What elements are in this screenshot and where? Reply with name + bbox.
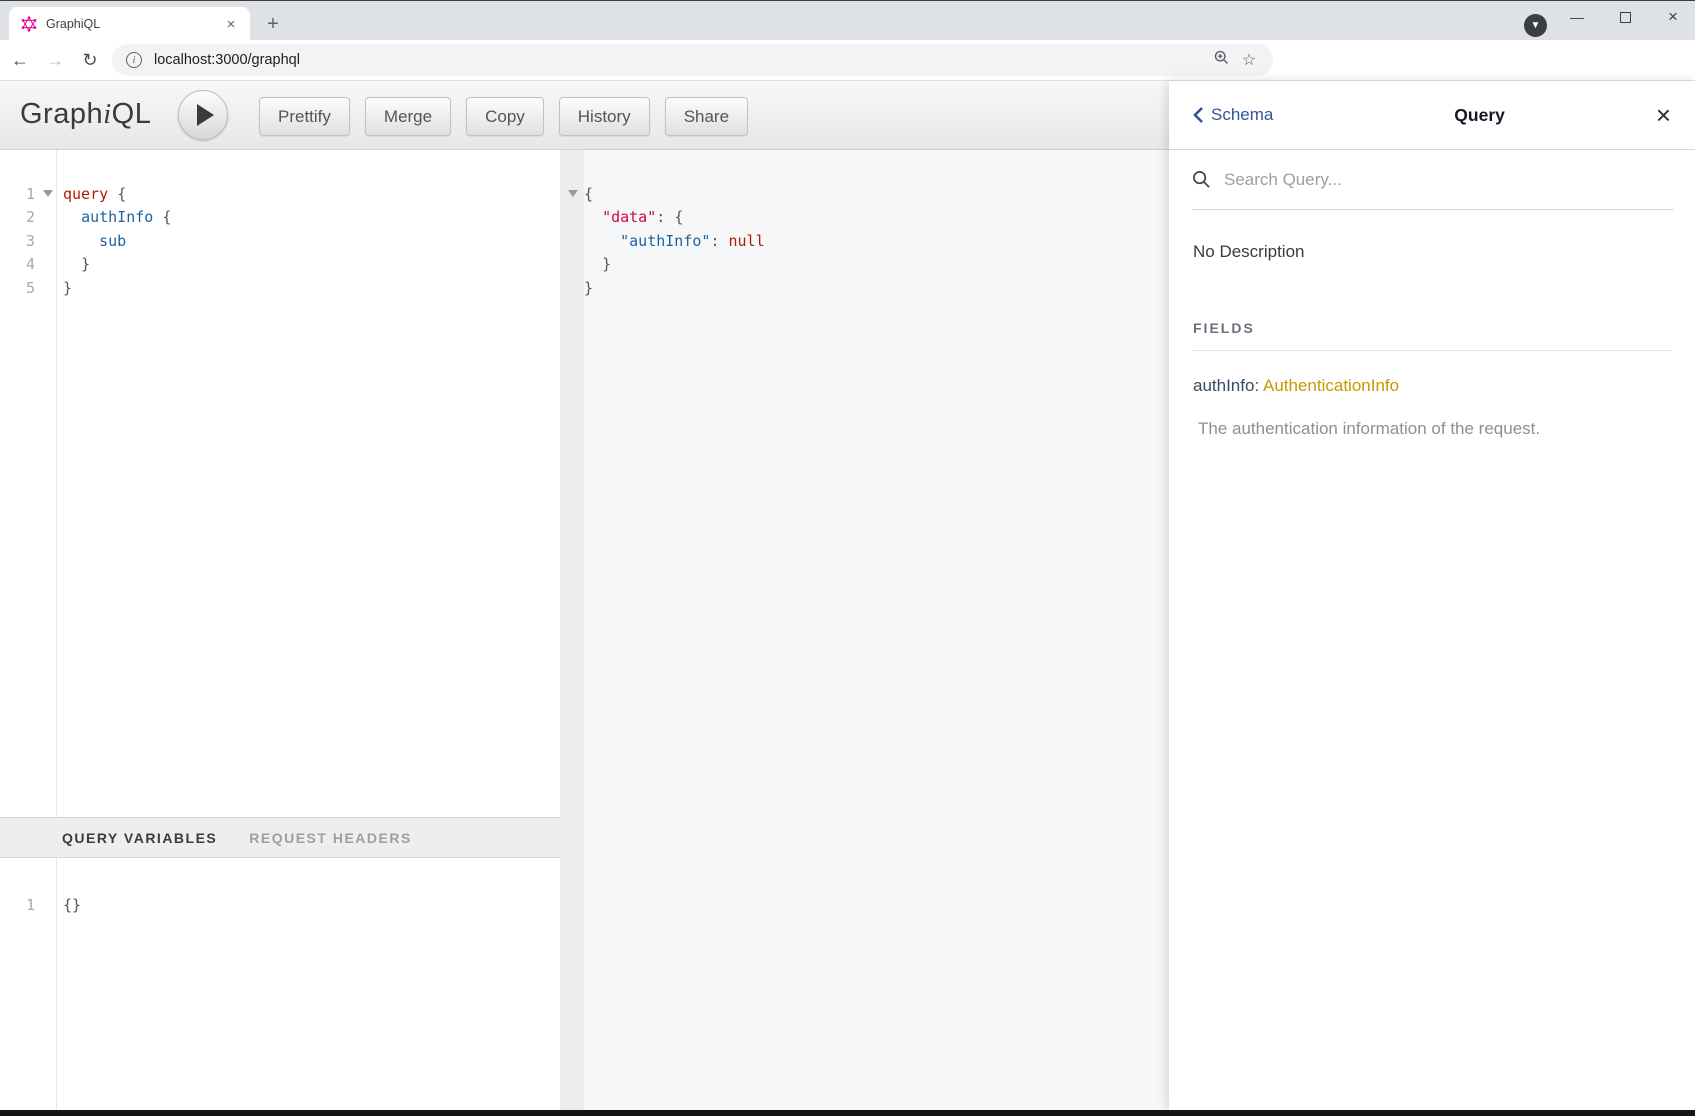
line-number: 1 (26, 894, 35, 917)
graphql-favicon-icon (21, 16, 37, 32)
line-numbers: 12345 (26, 183, 35, 300)
response-json: { "data": { "authInfo": null }} (584, 183, 765, 300)
chevron-left-icon (1193, 106, 1204, 124)
graphiql-app: GraphiQL Prettify Merge Copy History Sha… (0, 81, 1695, 1110)
response-pane: { "data": { "authInfo": null }} (560, 150, 1169, 1110)
graphiql-logo: GraphiQL (20, 98, 151, 131)
response-fold-gutter (560, 150, 584, 1110)
tab-query-variables[interactable]: QUERY VARIABLES (62, 830, 217, 846)
field-description: The authentication information of the re… (1193, 419, 1671, 439)
graphiql-toolbar: GraphiQL Prettify Merge Copy History Sha… (0, 81, 1169, 150)
code-line: "authInfo": null (584, 230, 765, 253)
variables-section: QUERY VARIABLES REQUEST HEADERS 1 {} (0, 817, 560, 1110)
query-code[interactable]: query { authInfo { sub }} (63, 183, 171, 300)
doc-search-box (1192, 150, 1674, 210)
doc-back-link[interactable]: Schema (1193, 105, 1273, 125)
prettify-button[interactable]: Prettify (259, 97, 350, 136)
code-line: { (584, 183, 765, 206)
code-line: } (584, 253, 765, 276)
code-line: sub (63, 230, 171, 253)
field-name-link[interactable]: authInfo (1193, 376, 1254, 395)
window-maximize-button[interactable] (1602, 1, 1648, 33)
doc-explorer-header: Schema Query × (1169, 81, 1695, 150)
code-line: authInfo { (63, 206, 171, 229)
code-line: } (63, 277, 171, 300)
variables-code[interactable]: {} (63, 894, 81, 917)
query-editor[interactable]: 12345 query { authInfo { sub }} (0, 150, 560, 817)
code-line: query { (63, 183, 171, 206)
variables-editor-gutter: 1 (0, 858, 57, 1110)
bookmark-star-icon[interactable]: ☆ (1235, 50, 1263, 70)
fields-heading: FIELDS (1193, 320, 1671, 336)
history-button[interactable]: History (559, 97, 650, 136)
variables-title-bar: QUERY VARIABLES REQUEST HEADERS (0, 817, 560, 858)
doc-body: No Description FIELDS authInfo: Authenti… (1169, 242, 1695, 439)
type-description: No Description (1193, 242, 1671, 262)
browser-tab-strip: GraphiQL × + ▼ — × (0, 0, 1695, 40)
reload-button[interactable]: ↻ (75, 45, 105, 75)
variables-editor[interactable]: 1 {} (0, 858, 560, 1110)
line-number: 1 (26, 183, 35, 206)
browser-address-bar: ← → ↻ i localhost:3000/graphql ☆ P Tp (0, 40, 1695, 81)
code-line: } (584, 277, 765, 300)
code-line: } (63, 253, 171, 276)
line-number: 4 (26, 253, 35, 276)
line-number: 2 (26, 206, 35, 229)
browser-tab[interactable]: GraphiQL × (9, 7, 250, 41)
merge-button[interactable]: Merge (365, 97, 451, 136)
fields-divider (1193, 350, 1671, 351)
query-editor-gutter: 12345 (0, 150, 57, 817)
window-minimize-button[interactable]: — (1554, 1, 1600, 33)
doc-explorer-panel: Schema Query × No Description FIELDS aut… (1169, 81, 1695, 1110)
code-line: "data": { (584, 206, 765, 229)
play-icon (197, 104, 214, 126)
line-number: 3 (26, 230, 35, 253)
toolbar-buttons: Prettify Merge Copy History Share (259, 97, 748, 136)
zoom-icon[interactable] (1207, 49, 1235, 71)
execute-query-button[interactable] (178, 90, 228, 140)
tab-close-icon[interactable]: × (222, 15, 240, 33)
search-icon (1192, 170, 1211, 189)
doc-field-item: authInfo: AuthenticationInfo (1193, 376, 1671, 396)
doc-search-input[interactable] (1224, 170, 1674, 190)
fold-arrow-icon[interactable] (43, 190, 53, 197)
tab-request-headers[interactable]: REQUEST HEADERS (249, 830, 412, 846)
doc-title: Query (1273, 105, 1655, 126)
site-info-icon[interactable]: i (126, 52, 142, 68)
window-close-button[interactable]: × (1650, 1, 1695, 33)
taskbar-edge (0, 1110, 1695, 1116)
copy-button[interactable]: Copy (466, 97, 544, 136)
doc-back-label: Schema (1211, 105, 1273, 125)
tab-search-chevron-icon[interactable]: ▼ (1524, 14, 1547, 37)
doc-close-icon[interactable]: × (1656, 102, 1671, 128)
field-colon: : (1254, 376, 1259, 395)
field-type-link[interactable]: AuthenticationInfo (1263, 376, 1399, 395)
url-omnibox[interactable]: i localhost:3000/graphql ☆ (112, 44, 1273, 76)
code-line: {} (63, 894, 81, 917)
forward-button[interactable]: → (40, 45, 70, 75)
new-tab-button[interactable]: + (260, 11, 286, 37)
tab-title: GraphiQL (46, 17, 222, 31)
fold-arrow-icon[interactable] (568, 190, 578, 197)
url-text[interactable]: localhost:3000/graphql (154, 52, 1207, 68)
back-button[interactable]: ← (5, 45, 35, 75)
line-numbers: 1 (26, 894, 35, 917)
line-number: 5 (26, 277, 35, 300)
maximize-icon (1620, 12, 1631, 23)
share-button[interactable]: Share (665, 97, 748, 136)
